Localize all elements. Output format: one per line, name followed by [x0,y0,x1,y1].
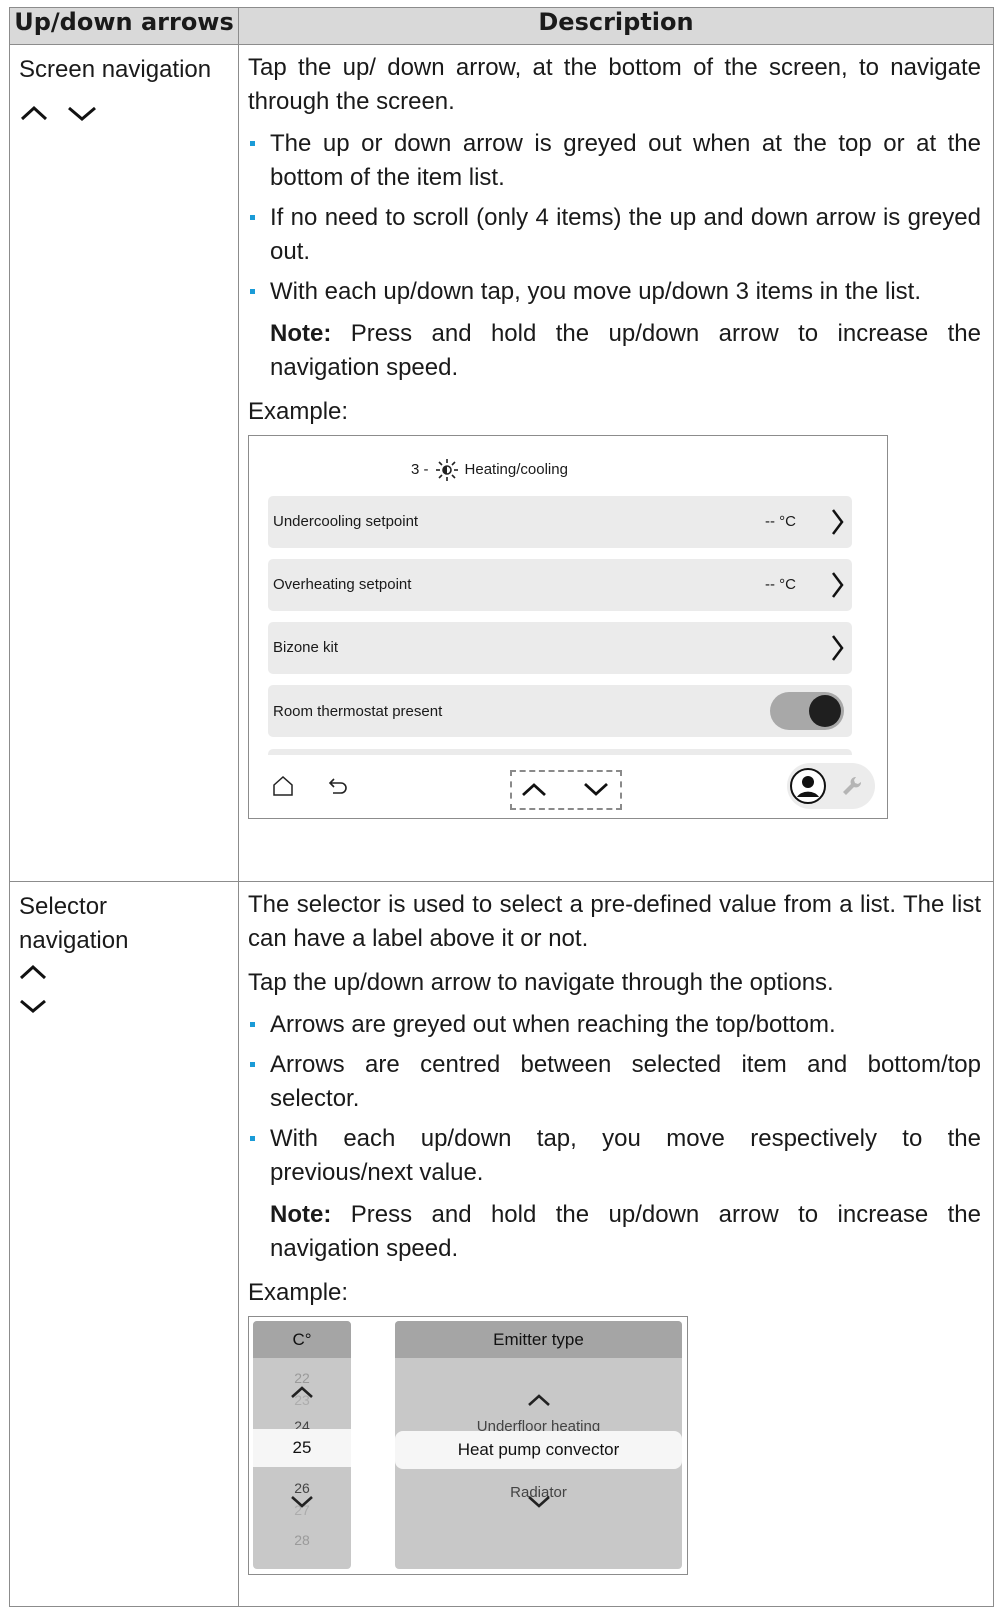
example-screen-heating-cooling: 3 - Heating/cooling Undercooling setpoin… [248,435,888,819]
chevron-up-icon [20,105,48,120]
selector-selected-option: Heat pump convector [395,1431,682,1469]
row2-example-label: Example: [248,1279,349,1306]
list-item: Arrows are centred between selected item… [248,1048,981,1116]
user-settings-pill [787,763,875,809]
chevron-down-icon[interactable] [526,1495,552,1509]
chevron-right-icon [832,572,844,598]
back-icon[interactable] [327,776,349,796]
row1-example-label: Example: [248,398,349,425]
bullet-icon [250,1136,255,1141]
list-item-overheating-setpoint[interactable]: Overheating setpoint -- °C [268,559,852,611]
row1-note: Note: Press and hold the up/down arrow t… [270,320,981,381]
row1-label: Screen navigation [19,56,212,83]
bullet-icon [250,215,255,220]
example-selector-screen: C° 22 23 24 25 26 27 28 Emitter type Und… [248,1316,688,1575]
selector-header: C° [253,1321,351,1358]
list-item: If no need to scroll (only 4 items) the … [248,201,981,269]
chevron-down-icon[interactable] [582,780,610,798]
emitter-type-selector[interactable]: Emitter type Underfloor heating Heat pum… [395,1321,682,1569]
row2-label: Selector navigation [19,893,129,954]
chevron-down-icon [20,999,46,1013]
chevron-up-icon[interactable] [520,780,548,798]
selector-selected-value: 25 [253,1429,351,1467]
bullet-icon [250,141,255,146]
table-header-row: Up/down arrows Description [9,7,994,45]
row2-intro: The selector is used to select a pre-def… [248,891,981,952]
bullet-icon [250,289,255,294]
chevron-down-icon [67,106,96,121]
row1-intro: Tap the up/ down arrow, at the bottom of… [248,54,981,115]
list-item: With each up/down tap, you move respecti… [248,1122,981,1190]
row1-arrow-icons [19,95,238,129]
wrench-icon[interactable] [841,775,863,797]
toggle-knob [809,695,841,727]
chevron-up-icon [19,964,47,980]
list-item-undercooling-setpoint[interactable]: Undercooling setpoint -- °C [268,496,852,548]
header-up-down-arrows: Up/down arrows [9,7,239,45]
arrows-table: Up/down arrows Description Screen naviga… [9,7,994,1607]
header-description: Description [238,7,994,45]
table-row-selector-navigation: Selector navigation The selector is used… [9,881,994,1607]
row2-note: Note: Press and hold the up/down arrow t… [270,1201,981,1262]
chevron-right-icon [832,635,844,661]
home-icon[interactable] [271,774,295,798]
row1-description-cell: Tap the up/ down arrow, at the bottom of… [238,44,994,882]
chevron-up-icon[interactable] [290,1385,314,1399]
room-thermostat-toggle[interactable] [770,692,844,730]
chevron-right-icon [832,509,844,535]
bullet-icon [250,1062,255,1067]
heating-cooling-icon [435,459,458,481]
list-item-room-thermostat-present: Room thermostat present [268,685,852,737]
selector-value: 28 [294,1532,310,1548]
chevron-down-icon[interactable] [290,1495,314,1509]
row2-description-cell: The selector is used to select a pre-def… [238,881,994,1607]
highlight-box [510,770,622,810]
selector-header: Emitter type [395,1321,682,1358]
row1-bullet-list: The up or down arrow is greyed out when … [248,127,981,309]
list-item: With each up/down tap, you move up/down … [248,275,981,309]
list-item: Arrows are greyed out when reaching the … [248,1008,981,1042]
row2-arrow-icons [19,962,238,1016]
temperature-selector[interactable]: C° 22 23 24 25 26 27 28 [253,1321,351,1569]
table-row-screen-navigation: Screen navigation Tap the up/ down arrow… [9,44,994,882]
row2-bullet-list: Arrows are greyed out when reaching the … [248,1008,981,1190]
screen-title: 3 - Heating/cooling [411,458,568,482]
list-item-partial [268,749,852,755]
row2-tap-text: Tap the up/down arrow to navigate throug… [248,969,834,996]
screen-bottom-bar [249,756,887,816]
row2-label-cell: Selector navigation [9,881,239,1607]
list-item-bizone-kit[interactable]: Bizone kit [268,622,852,674]
list-item: The up or down arrow is greyed out when … [248,127,981,195]
row1-label-cell: Screen navigation [9,44,239,882]
bullet-icon [250,1022,255,1027]
chevron-up-icon[interactable] [526,1393,552,1407]
user-icon[interactable] [789,767,827,805]
